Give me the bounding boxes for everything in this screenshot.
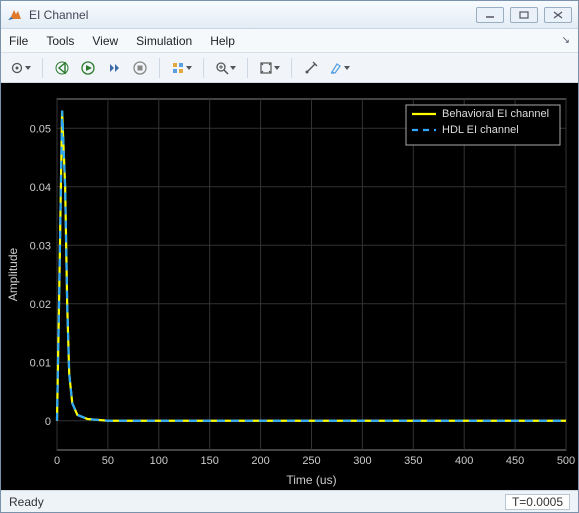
signal-selector-button[interactable] xyxy=(168,57,195,79)
status-text: Ready xyxy=(9,495,505,509)
svg-text:0.03: 0.03 xyxy=(30,240,51,252)
svg-text:150: 150 xyxy=(201,455,219,467)
matlab-logo-icon xyxy=(7,7,23,23)
svg-text:0.02: 0.02 xyxy=(30,299,51,311)
chart-canvas: 0 50 100 150 200 250 300 350 400 450 500 0 0.01 0.02 0… xyxy=(1,83,578,490)
app-window: EI Channel File Tools View Simulation He… xyxy=(0,0,579,513)
highlight-button[interactable] xyxy=(326,57,353,79)
svg-text:0.04: 0.04 xyxy=(30,182,51,194)
menu-overflow-icon[interactable]: ↘ xyxy=(562,35,570,46)
stop-button[interactable] xyxy=(129,57,151,79)
svg-text:HDL EI channel: HDL EI channel xyxy=(442,124,519,136)
titlebar: EI Channel xyxy=(1,1,578,29)
minimize-button[interactable] xyxy=(476,7,504,23)
zoom-button[interactable] xyxy=(212,57,239,79)
measure-button[interactable] xyxy=(300,57,322,79)
svg-text:300: 300 xyxy=(353,455,371,467)
toolbar-separator xyxy=(291,58,292,78)
run-button[interactable] xyxy=(77,57,99,79)
config-button[interactable] xyxy=(7,57,34,79)
svg-text:400: 400 xyxy=(455,455,473,467)
statusbar: Ready T=0.0005 xyxy=(1,490,578,512)
window-title: EI Channel xyxy=(29,8,476,22)
toolbar-separator xyxy=(203,58,204,78)
window-buttons xyxy=(476,7,572,23)
plot-area[interactable]: 0 50 100 150 200 250 300 350 400 450 500 0 0.01 0.02 0… xyxy=(1,83,578,490)
svg-text:250: 250 xyxy=(302,455,320,467)
svg-text:50: 50 xyxy=(102,455,114,467)
menu-help[interactable]: Help xyxy=(210,34,235,48)
svg-text:500: 500 xyxy=(557,455,575,467)
status-time: T=0.0005 xyxy=(505,494,570,510)
svg-text:450: 450 xyxy=(506,455,524,467)
toolbar xyxy=(1,53,578,83)
svg-text:100: 100 xyxy=(150,455,168,467)
maximize-button[interactable] xyxy=(510,7,538,23)
svg-text:350: 350 xyxy=(404,455,422,467)
svg-text:Amplitude: Amplitude xyxy=(6,248,20,302)
step-forward-button[interactable] xyxy=(103,57,125,79)
close-button[interactable] xyxy=(544,7,572,23)
menu-file[interactable]: File xyxy=(9,34,28,48)
svg-text:0: 0 xyxy=(45,416,51,428)
step-back-button[interactable] xyxy=(51,57,73,79)
menu-simulation[interactable]: Simulation xyxy=(136,34,192,48)
svg-text:Time (us): Time (us) xyxy=(286,473,336,487)
svg-text:200: 200 xyxy=(251,455,269,467)
menu-view[interactable]: View xyxy=(92,34,118,48)
svg-text:0: 0 xyxy=(54,455,60,467)
toolbar-separator xyxy=(42,58,43,78)
menu-tools[interactable]: Tools xyxy=(46,34,74,48)
autoscale-button[interactable] xyxy=(256,57,283,79)
toolbar-separator xyxy=(247,58,248,78)
toolbar-separator xyxy=(159,58,160,78)
svg-text:0.05: 0.05 xyxy=(30,123,51,135)
menubar: File Tools View Simulation Help ↘ xyxy=(1,29,578,53)
svg-text:0.01: 0.01 xyxy=(30,357,51,369)
svg-text:Behavioral EI channel: Behavioral EI channel xyxy=(442,108,549,120)
